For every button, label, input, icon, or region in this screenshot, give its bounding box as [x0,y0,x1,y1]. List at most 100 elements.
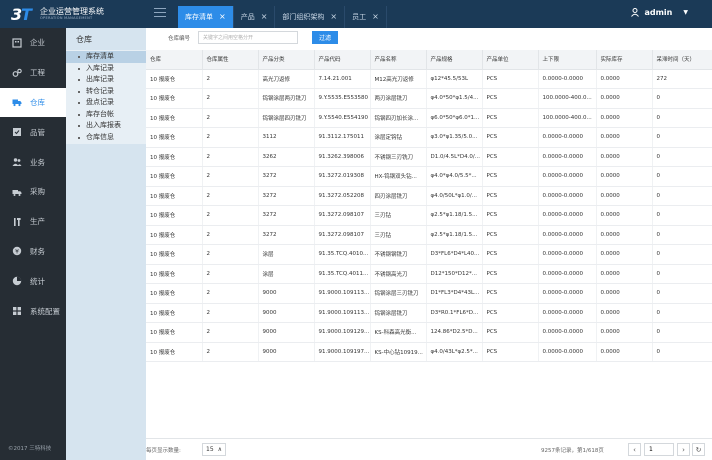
table-cell: 91.3262.398006 [314,147,371,167]
table-cell: 0.0000 [596,322,653,343]
column-header[interactable]: 产品名称 [370,50,427,70]
column-header[interactable]: 仓库 [146,50,203,70]
table-cell: 100.0000-400.0... [538,88,597,109]
table-cell: 0.0000 [596,264,653,284]
sidebar-item-business[interactable]: 业务 [0,147,66,177]
tab-products[interactable]: 产品 × [234,6,276,28]
column-header[interactable]: 仓库属性 [202,50,259,70]
table-row[interactable]: 10 报废仓 2 钨钢涂层四刃铣刀 9.Y.5540.E554190 钨钢四刃加长涂..… [146,108,712,128]
table-row[interactable]: 10 报废仓 2 9000 91.9000.109113... 钨钢涂层铣刀 D3*R0.… [146,303,712,323]
table-cell: 91.3272.098107 [314,225,371,245]
sidebar-item-enterprise[interactable]: 企业 [0,28,66,58]
sidebar-item-label: 企业 [30,38,45,48]
close-icon[interactable]: × [330,13,337,21]
tab-inventory-list[interactable]: 库存清单 × [178,6,234,28]
table-cell: 0.0000-0.0000 [538,303,597,323]
table-cell: 91.9000.109113... [314,283,371,304]
main-sidebar: 企业 工程 仓库 品管 业务 采购 生产 ¥ 财务 统计 系统配置 ©2017 … [0,28,66,460]
tab-employees[interactable]: 员工 × [345,6,387,28]
table-cell: PCS [482,303,539,323]
table-row[interactable]: 10 报废仓 2 高光刀返修 7.14.21.001 M12高光刀返修 φ12*45.5/… [146,69,712,89]
table-cell: PCS [482,225,539,245]
table-cell: 0.0000-0.0000 [538,225,597,245]
sidebar-item-system-config[interactable]: 系统配置 [0,296,66,326]
column-header[interactable]: 实际库存 [596,50,653,70]
subnav-item-stocktake-records[interactable]: 盘点记录 [66,97,146,109]
table-cell: 2 [202,147,259,167]
sidebar-item-statistics[interactable]: 统计 [0,266,66,296]
table-row[interactable]: 10 报废仓 2 涂层 91.35.TCQ.4010... 不锈钢钢铣刀 D3*FL6*D… [146,244,712,265]
column-header[interactable]: 呆滞时间（天） [652,50,712,70]
inventory-table: 仓库 仓库属性 产品分类 产品代码 产品名称 产品规格 产品单位 上下限 实际库存 呆滞时间（天）… [146,50,712,362]
column-header[interactable]: 上下限 [538,50,597,70]
search-input[interactable] [198,31,298,44]
subnav-item-warehouse-info[interactable]: 仓库信息 [66,132,146,144]
close-icon[interactable]: × [372,13,379,21]
per-page-select[interactable]: 15 ∧ [202,443,226,456]
next-page-button[interactable]: › [677,443,690,456]
table-row[interactable]: 10 报废仓 2 9000 91.9000.109197... KS-中心钻10919.… [146,342,712,362]
table-cell: 10 报废仓 [146,69,203,89]
table-cell: KS-中心钻10919... [370,342,427,362]
page-number-input[interactable] [644,443,674,456]
table-cell: 10 报废仓 [146,244,203,265]
column-header[interactable]: 产品分类 [258,50,315,70]
sidebar-item-engineering[interactable]: 工程 [0,58,66,88]
column-header[interactable]: 产品单位 [482,50,539,70]
prev-page-button[interactable]: ‹ [628,443,641,456]
table-row[interactable]: 10 报废仓 2 3112 91.3112.175011 涂层定钩钻 φ3.0*φ1.35… [146,127,712,148]
column-header[interactable]: 产品代码 [314,50,371,70]
table-row[interactable]: 10 报废仓 2 3272 91.3272.098107 三刃钻 φ2.5*φ1.18/1… [146,205,712,226]
table-cell: 2 [202,69,259,89]
refresh-icon[interactable]: ↻ [692,443,705,456]
table-cell: PCS [482,186,539,206]
table-row[interactable]: 10 报废仓 2 钨钢涂层两刃铣刀 9.Y.5535.E553580 两刃涂层铣刀 φ4.… [146,88,712,109]
table-row[interactable]: 10 报废仓 2 3272 91.3272.052208 四刃涂层铣刀 φ4.0/50L*… [146,186,712,206]
table-cell: 91.3112.175011 [314,127,371,148]
sidebar-item-finance[interactable]: ¥ 财务 [0,237,66,267]
sidebar-item-warehouse[interactable]: 仓库 [0,87,66,118]
page-tabs: 库存清单 × 产品 × 部门组织架构 × 员工 × [178,6,387,28]
copyright-text: ©2017 三特科技 [8,446,52,452]
table-cell: 0.0000 [596,303,653,323]
table-row[interactable]: 10 报废仓 2 涂层 91.35.TCQ.4011... 不锈钢高光刀 D12*150*… [146,264,712,284]
sidebar-item-label: 仓库 [30,97,45,107]
table-row[interactable]: 10 报废仓 2 3272 91.3272.019308 HX-钨钢双头钻... φ4.0… [146,166,712,187]
subnav-item-outbound-records[interactable]: 出库记录 [66,74,146,86]
menu-toggle-icon[interactable] [154,8,166,20]
table-cell: 2 [202,264,259,284]
table-cell: KS-科森高光衡... [370,322,427,343]
user-menu[interactable]: admin ▼ [631,8,688,17]
subnav-item-inventory-list[interactable]: 库存清单 [66,51,146,63]
table-cell: 10 报废仓 [146,186,203,206]
pagination-footer: 每页显示数量: 15 ∧ 9257条记录，第1/618页 ‹ › ↻ [146,438,712,460]
subnav-item-in-out-report[interactable]: 出入库报表 [66,120,146,132]
filter-button[interactable]: 过滤 [312,31,338,44]
subnav-item-inventory-ledger[interactable]: 库存台帐 [66,109,146,121]
table-row[interactable]: 10 报废仓 2 3262 91.3262.398006 不锈钢三刃铣刀 D1.0/4.5… [146,147,712,167]
close-icon[interactable]: × [261,13,268,21]
table-cell: 0.0000-0.0000 [538,205,597,226]
subnav-item-inbound-records[interactable]: 入库记录 [66,63,146,75]
table-cell: 10 报废仓 [146,127,203,148]
table-cell: 2 [202,225,259,245]
table-row[interactable]: 10 报废仓 2 9000 91.9000.109129... KS-科森高光衡... 1… [146,322,712,343]
table-cell: 0.0000 [596,147,653,167]
subnav-item-transfer-records[interactable]: 转仓记录 [66,86,146,98]
column-header[interactable]: 产品规格 [426,50,483,70]
table-cell: 钨钢涂层铣刀 [370,303,427,323]
table-cell: 不锈钢三刃铣刀 [370,147,427,167]
per-page-value: 15 [206,446,214,453]
sidebar-item-quality[interactable]: 品管 [0,117,66,147]
table-cell: 0.0000 [596,108,653,128]
table-cell: PCS [482,283,539,304]
close-icon[interactable]: × [219,13,226,21]
sidebar-item-purchasing[interactable]: 采购 [0,177,66,207]
sidebar-item-production[interactable]: 生产 [0,207,66,237]
table-cell: 0.0000-0.0000 [538,264,597,284]
table-cell: 0 [652,108,712,128]
tab-org-structure[interactable]: 部门组织架构 × [275,6,346,28]
table-row[interactable]: 10 报废仓 2 9000 91.9000.109113... 钨钢涂层三刃铣刀 D1*F… [146,283,712,304]
main-content: 仓库编号 过滤 仓库仓库属性产品分类产品代码产品名称产品规格产品单位上下限实际库… [146,28,712,460]
table-row[interactable]: 10 报废仓 2 3272 91.3272.098107 三刃钻 φ2.5*φ1.18/1… [146,225,712,245]
